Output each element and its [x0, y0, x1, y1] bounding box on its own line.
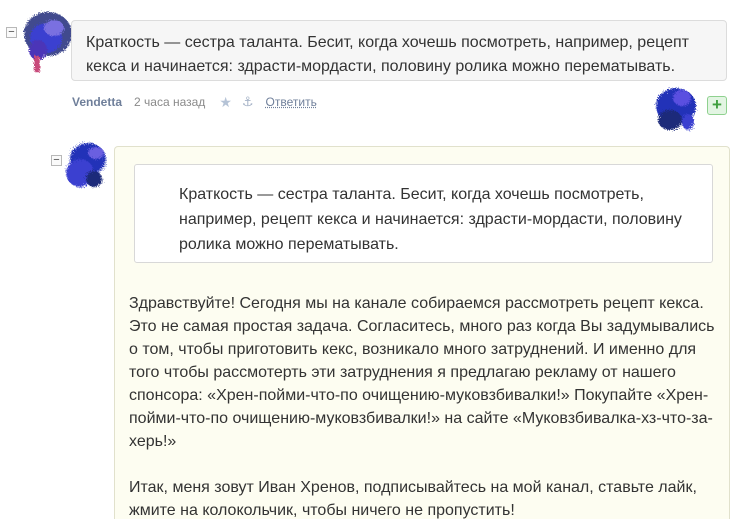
quoted-comment: Краткость — сестра таланта. Бесит, когда… [134, 164, 713, 263]
comment-meta: Vendetta 2 часа назад ★ ⚓ Ответить [72, 94, 317, 110]
reply-link[interactable]: Ответить [266, 95, 317, 109]
comment-avatar[interactable] [20, 6, 76, 76]
reply-text: Здравствуйте! Сегодня мы на канале собир… [129, 292, 725, 519]
comment-text: Краткость — сестра таланта. Бесит, когда… [71, 20, 727, 81]
star-icon[interactable]: ★ [219, 94, 232, 111]
timestamp: 2 часа назад [134, 95, 206, 109]
reply-paragraph: Итак, меня зовут Иван Хренов, подписывай… [129, 479, 697, 519]
add-reply-button[interactable]: + [707, 96, 727, 115]
user-avatar[interactable] [652, 84, 700, 134]
anchor-icon[interactable]: ⚓ [242, 94, 254, 110]
author-link[interactable]: Vendetta [72, 95, 122, 109]
reply-paragraph: Здравствуйте! Сегодня мы на канале собир… [129, 295, 715, 450]
reply-content: Краткость — сестра таланта. Бесит, когда… [114, 146, 730, 519]
collapse-comment-button[interactable]: − [6, 27, 17, 38]
reply-avatar[interactable] [60, 139, 112, 193]
